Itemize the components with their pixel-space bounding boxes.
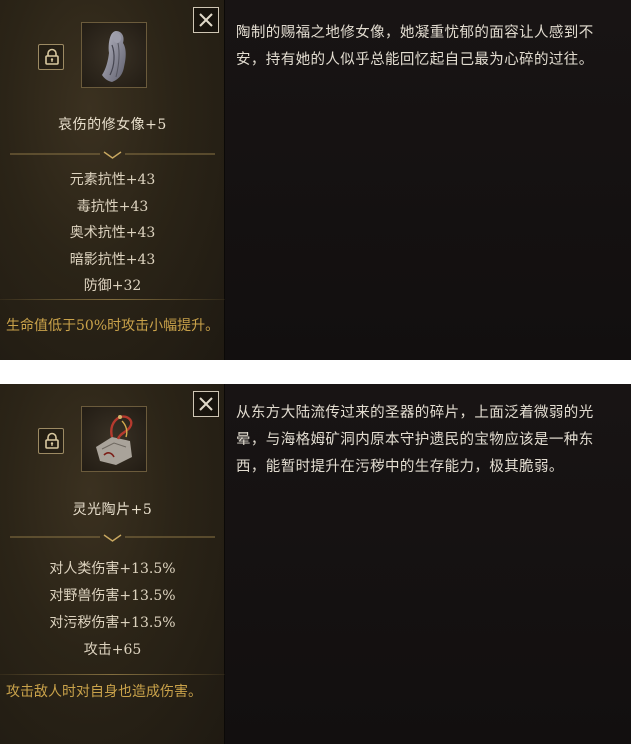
item-name: 哀伤的修女像+5 [58,117,167,133]
lock-toggle-button[interactable] [38,44,64,70]
padlock-icon [45,432,59,449]
stat-line: 防御+32 [83,278,142,294]
stat-line: 奥术抗性+43 [69,225,156,241]
stat-line: 暗影抗性+43 [69,251,156,268]
stat-list: 对人类伤害+13.5% 对野兽伤害+13.5% 对污秽伤害+13.5% 攻击+6… [0,556,225,664]
item-image-frame [81,22,147,88]
stat-line: 攻击+65 [83,642,142,658]
padlock-icon [45,48,59,65]
stat-line: 对人类伤害+13.5% [49,561,176,577]
item-effect: 攻击敌人时对自身也造成伤害。 [6,684,202,700]
ornate-divider [10,534,215,542]
pottery-shard-icon [96,415,133,465]
ornate-divider [10,151,215,159]
item-effect: 生命值低于50%时攻击小幅提升。 [6,318,220,334]
stat-line: 对野兽伤害+13.5% [49,588,176,604]
section-divider [0,299,225,300]
stat-line: 元素抗性+43 [69,172,156,188]
stat-line: 毒抗性+43 [76,198,149,215]
stat-line: 对污秽伤害+13.5% [49,615,176,631]
close-button[interactable] [193,391,219,417]
close-button[interactable] [193,7,219,33]
close-icon [199,13,213,27]
stat-list: 元素抗性+43 毒抗性+43 奥术抗性+43 暗影抗性+43 防御+32 [0,167,225,300]
section-divider [0,674,225,675]
item-description: 陶制的赐福之地修女像，她凝重忧郁的面容让人感到不安，持有她的人似乎总能回忆起自己… [236,25,594,68]
item-image-frame [81,406,147,472]
item-tooltip-card: 灵光陶片+5 对人类伤害+13.5% 对野兽伤害+13.5% 对污秽伤害+13.… [0,384,631,744]
item-tooltip-card: 哀伤的修女像+5 元素抗性+43 毒抗性+43 奥术抗性+43 暗影抗性+43 … [0,0,631,360]
close-icon [199,397,213,411]
item-name: 灵光陶片+5 [72,502,153,518]
nun-statue-icon [102,31,126,82]
lock-toggle-button[interactable] [38,428,64,454]
item-info-panel: 哀伤的修女像+5 元素抗性+43 毒抗性+43 奥术抗性+43 暗影抗性+43 … [0,0,225,360]
item-info-panel: 灵光陶片+5 对人类伤害+13.5% 对野兽伤害+13.5% 对污秽伤害+13.… [0,384,225,744]
item-description: 从东方大陆流传过来的圣器的碎片，上面泛着微弱的光晕，与海格姆矿洞内原本守护遗民的… [236,405,594,475]
